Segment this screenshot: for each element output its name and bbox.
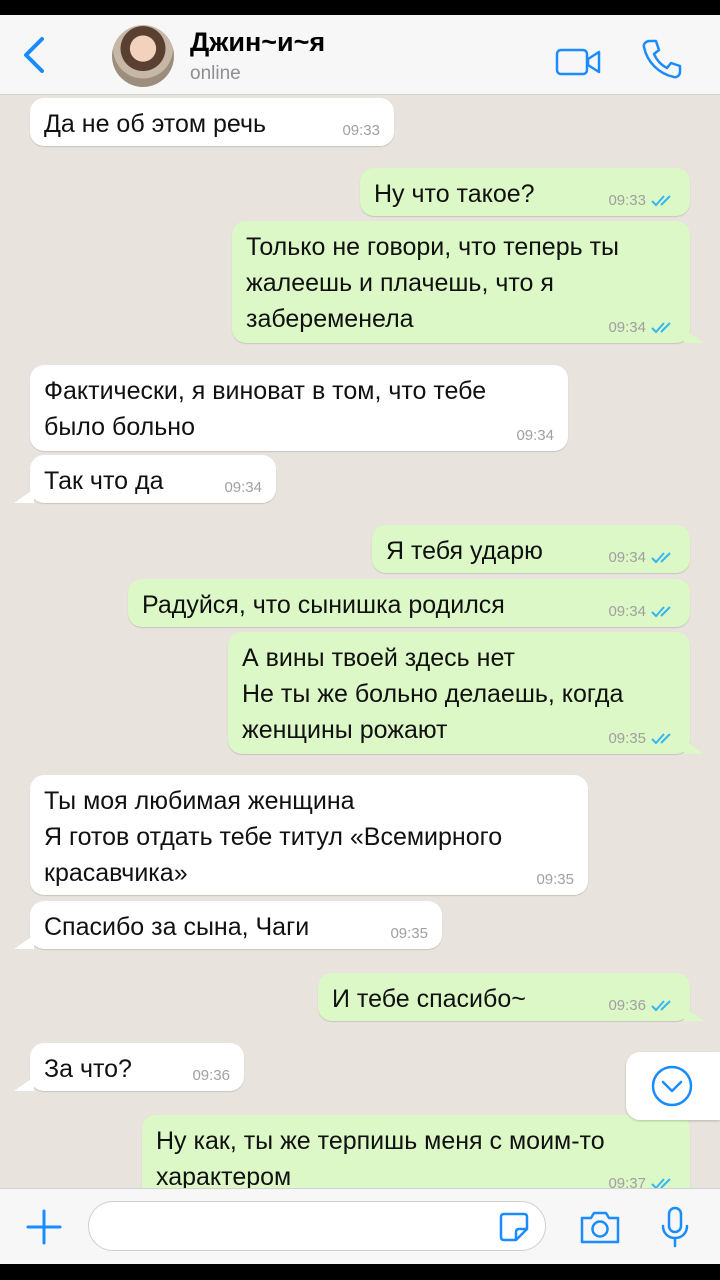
message-text: Да не об этом речь — [44, 110, 267, 138]
message-time: 09:34 — [516, 428, 554, 444]
message-bubble-incoming[interactable]: Спасибо за сына, Чаги 09:35 — [30, 901, 442, 949]
bubble-tail — [684, 1007, 704, 1021]
message-timestamp: 09:37 — [608, 1175, 646, 1189]
read-receipt-icon — [651, 1178, 671, 1188]
read-receipt-icon — [651, 195, 671, 207]
bubble-tail — [14, 935, 34, 949]
message-time: 09:34 — [224, 480, 262, 496]
message-timestamp: 09:33 — [342, 122, 380, 139]
message-bubble-outgoing[interactable]: И тебе спасибо~ 09:36 — [318, 973, 690, 1021]
read-receipt-icon — [651, 322, 671, 334]
message-time: 09:34 — [608, 604, 678, 620]
message-time: 09:34 — [608, 550, 678, 566]
message-bubble-incoming[interactable]: Ты моя любимая женщина Я готов отдать те… — [30, 775, 588, 895]
message-bubble-outgoing[interactable]: Радуйся, что сынишка родился 09:34 — [128, 579, 690, 627]
back-chevron-icon — [24, 37, 44, 73]
attach-button[interactable] — [24, 1207, 64, 1247]
avatar[interactable] — [112, 25, 174, 87]
bubble-tail — [684, 740, 704, 754]
video-call-button[interactable] — [555, 45, 601, 79]
bubble-tail — [14, 1077, 34, 1091]
home-indicator-area — [0, 1264, 720, 1280]
message-time: 09:33 — [608, 193, 678, 209]
bubble-tail — [14, 489, 34, 503]
camera-icon — [580, 1211, 620, 1244]
message-timestamp: 09:33 — [608, 192, 646, 209]
message-text: Ты моя любимая женщина Я готов отдать те… — [44, 787, 503, 887]
message-timestamp: 09:35 — [608, 730, 646, 747]
scroll-down-chevron-icon — [651, 1065, 693, 1107]
back-button[interactable] — [18, 35, 52, 75]
message-bubble-outgoing[interactable]: Только не говори, что теперь ты жалеешь … — [232, 221, 690, 343]
chat-header: Джин~и~я online — [0, 15, 720, 95]
camera-button[interactable] — [578, 1209, 622, 1245]
message-timestamp: 09:34 — [224, 479, 262, 496]
microphone-icon — [661, 1206, 689, 1248]
message-time: 09:35 — [390, 926, 428, 942]
message-timestamp: 09:36 — [608, 997, 646, 1014]
message-input[interactable] — [88, 1201, 546, 1251]
message-bubble-outgoing[interactable]: А вины твоей здесь нет Не ты же больно д… — [228, 632, 690, 754]
message-timestamp: 09:35 — [536, 871, 574, 888]
message-time: 09:34 — [608, 320, 678, 336]
read-receipt-icon — [651, 1000, 671, 1012]
message-time: 09:36 — [192, 1068, 230, 1084]
message-timestamp: 09:34 — [608, 319, 646, 336]
message-timestamp: 09:34 — [608, 549, 646, 566]
phone-icon — [642, 39, 682, 79]
plus-icon — [26, 1209, 62, 1245]
composer-bar — [0, 1188, 720, 1264]
read-receipt-icon — [651, 552, 671, 564]
message-text: Спасибо за сына, Чаги — [44, 913, 310, 941]
message-time: 09:33 — [342, 123, 380, 139]
message-bubble-incoming[interactable]: Фактически, я виноват в том, что тебе бы… — [30, 365, 568, 451]
message-bubble-outgoing[interactable]: Ну как, ты же терпишь меня с моим-то хар… — [142, 1115, 690, 1188]
message-bubble-outgoing[interactable]: Ну что такое? 09:33 — [360, 168, 690, 216]
message-text: Фактически, я виноват в том, что тебе бы… — [44, 377, 487, 441]
scroll-to-bottom-button[interactable] — [626, 1052, 720, 1120]
message-bubble-incoming[interactable]: Да не об этом речь 09:33 — [30, 98, 394, 146]
message-bubble-outgoing[interactable]: Я тебя ударю 09:34 — [372, 525, 690, 573]
sticker-icon — [499, 1212, 529, 1242]
status-bar-area — [0, 0, 720, 15]
sticker-button[interactable] — [498, 1211, 530, 1243]
message-time: 09:36 — [608, 998, 678, 1014]
message-bubble-incoming[interactable]: За что? 09:36 — [30, 1043, 244, 1091]
message-timestamp: 09:34 — [516, 427, 554, 444]
voice-message-button[interactable] — [660, 1205, 690, 1249]
message-time: 09:37 — [608, 1176, 678, 1188]
message-text: Радуйся, что сынишка родился — [142, 591, 505, 619]
contact-name[interactable]: Джин~и~я — [190, 27, 325, 58]
message-list[interactable]: Да не об этом речь 09:33 Ну что такое? 0… — [0, 95, 720, 1188]
message-text: Ну как, ты же терпишь меня с моим-то хар… — [156, 1127, 605, 1188]
video-camera-icon — [555, 48, 601, 76]
message-time: 09:35 — [608, 731, 678, 747]
read-receipt-icon — [651, 606, 671, 618]
bubble-tail — [684, 329, 704, 343]
message-bubble-incoming[interactable]: Так что да 09:34 — [30, 455, 276, 503]
message-timestamp: 09:34 — [608, 603, 646, 620]
read-receipt-icon — [651, 733, 671, 745]
voice-call-button[interactable] — [640, 37, 684, 81]
message-timestamp: 09:36 — [192, 1067, 230, 1084]
contact-status: online — [190, 63, 241, 84]
message-timestamp: 09:35 — [390, 925, 428, 942]
message-time: 09:35 — [536, 872, 574, 888]
